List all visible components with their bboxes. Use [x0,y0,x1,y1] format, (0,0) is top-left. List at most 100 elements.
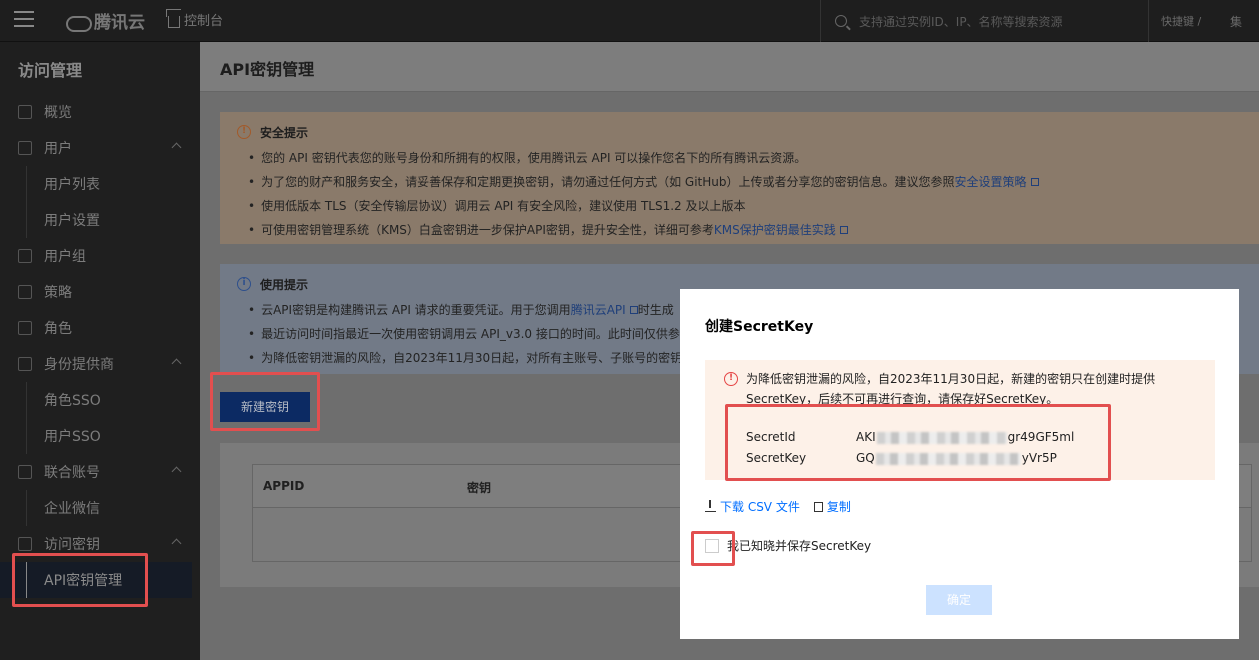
sidebar-nav: 概览 用户 用户列表 用户设置 用户组 策略 角色 身份提供商 角色SSO 用户… [0,94,200,598]
external-link-icon [1030,178,1039,186]
download-icon [705,500,716,512]
column-header-appid: APPID [263,479,305,493]
sidebar-item-policies[interactable]: 策略 [0,274,200,310]
sidebar-item-label: 用户 [44,141,72,157]
create-key-button[interactable]: 新建密钥 [220,392,310,422]
page-title: API密钥管理 [220,60,315,79]
sidebar-item-label: 身份提供商 [44,357,114,373]
sidebar-item-label: 用户设置 [44,213,100,229]
shortcut-hint[interactable]: 快捷键 / [1148,0,1201,42]
sidebar-item-users[interactable]: 用户 [0,130,200,166]
tencent-cloud-logo[interactable]: 腾讯云 [64,8,145,33]
secret-key-prefix[interactable]: GQ [856,451,875,465]
warning-icon: ! [724,372,738,386]
dialog-actions: 下载 CSV 文件 复制 [705,498,851,515]
secret-id-label: SecretId [746,430,796,444]
sidebar-item-federated-accounts[interactable]: 联合账号 [0,454,200,490]
sidebar-item-label: 角色SSO [44,393,101,409]
chevron-up-icon [171,466,182,477]
download-csv-button[interactable]: 下载 CSV 文件 [705,498,800,515]
sidebar-item-access-keys[interactable]: 访问密钥 [0,526,200,562]
secret-id-prefix[interactable]: AKI [856,430,876,444]
sidebar-item-label: 用户组 [44,249,86,265]
sidebar-item-label: 策略 [44,285,72,301]
chevron-up-icon [171,538,182,549]
sidebar-item-label: 企业微信 [44,501,100,517]
acknowledge-checkbox[interactable] [705,538,719,553]
copy-button[interactable]: 复制 [813,498,851,515]
user-icon [18,141,32,155]
usage-notice-heading: 使用提示 [260,278,309,292]
acknowledge-row: 我已知晓并保存SecretKey [705,537,871,554]
hamburger-menu-icon[interactable] [14,11,34,27]
sidebar-item-label: 访问密钥 [44,537,100,553]
sidebar-item-user-groups[interactable]: 用户组 [0,238,200,274]
external-link-icon [629,306,638,314]
tencent-cloud-api-link[interactable]: 腾讯云API [571,303,626,317]
warning-icon: ! [237,125,251,139]
list-item: 为了您的财产和服务安全，请妥善保存和定期更换密钥，请勿通过任何方式（如 GitH… [248,170,1039,194]
cloud-logo-icon [64,12,92,32]
chevron-up-icon [171,142,182,153]
sidebar: 访问管理 概览 用户 用户列表 用户设置 用户组 策略 角色 身份提供商 角色S… [0,42,200,660]
security-settings-link[interactable]: 安全设置策略 [954,175,1026,189]
security-notice: ! 安全提示 您的 API 密钥代表您的账号身份和所拥有的权限，使用腾讯云 AP… [220,112,1259,244]
global-search-input[interactable]: 支持通过实例ID、IP、名称等搜索资源 [820,0,1140,42]
console-label: 控制台 [184,14,224,29]
sidebar-item-label: 用户列表 [44,177,100,193]
policy-icon [18,285,32,299]
dialog-warning-text: 为降低密钥泄漏的风险，自2023年11月30日起，新建的密钥只在创建时提供Sec… [746,372,1156,406]
download-csv-label: 下载 CSV 文件 [720,500,800,514]
sidebar-item-wecom[interactable]: 企业微信 [0,490,200,526]
list-item: 最近访问时间指最近一次使用密钥调用云 API_v3.0 接口的时间。此时间仅供参 [248,322,682,346]
users-icon [18,249,32,263]
column-header-key: 密钥 [467,481,492,495]
logo-text: 腾讯云 [94,13,145,33]
sidebar-item-overview[interactable]: 概览 [0,94,200,130]
sidebar-item-api-key-management[interactable]: API密钥管理 [0,562,192,598]
console-link[interactable]: 控制台 [168,10,223,29]
sidebar-item-user-list[interactable]: 用户列表 [0,166,200,202]
sidebar-item-role-sso[interactable]: 角色SSO [0,382,200,418]
federation-icon [18,465,32,479]
info-icon: i [237,277,251,291]
secret-id-row: SecretId AKI gr49GF5ml [746,430,1074,444]
redacted-value [876,431,1007,444]
sidebar-item-label: 用户SSO [44,429,101,445]
acknowledge-label[interactable]: 我已知晓并保存SecretKey [727,537,871,554]
secret-id-suffix[interactable]: gr49GF5ml [1008,430,1075,444]
search-placeholder: 支持通过实例ID、IP、名称等搜索资源 [859,14,1063,29]
top-navbar: 腾讯云 控制台 支持通过实例ID、IP、名称等搜索资源 快捷键 / 集 [0,0,1259,42]
dialog-title: 创建SecretKey [705,319,814,335]
sidebar-item-user-settings[interactable]: 用户设置 [0,202,200,238]
list-item: 使用低版本 TLS（安全传输层协议）调用云 API 有安全风险，建议使用 TLS… [248,194,1039,218]
idp-icon [18,357,32,371]
kms-best-practice-link[interactable]: KMS保护密钥最佳实践 [714,223,836,237]
search-icon [835,15,847,27]
list-item: 云API密钥是构建腾讯云 API 请求的重要凭证。用于您调用腾讯云API时生成 [248,298,682,322]
copy-icon [813,501,823,512]
page-header: API密钥管理 [200,42,1259,92]
sidebar-item-user-sso[interactable]: 用户SSO [0,418,200,454]
topbar-end-label[interactable]: 集 [1230,0,1242,42]
key-icon [18,537,32,551]
sidebar-item-identity-providers[interactable]: 身份提供商 [0,346,200,382]
sidebar-item-label: 角色 [44,321,72,337]
sidebar-item-roles[interactable]: 角色 [0,310,200,346]
external-link-icon [839,226,848,234]
role-icon [18,321,32,335]
security-notice-list: 您的 API 密钥代表您的账号身份和所拥有的权限，使用腾讯云 API 可以操作您… [248,146,1039,242]
secret-key-row: SecretKey GQ yVr5P [746,451,1057,465]
list-item: 为降低密钥泄漏的风险，自2023年11月30日起，对所有主账号、子账号的密钥 [248,346,682,370]
home-icon [168,15,180,28]
redacted-value [875,452,1021,465]
security-notice-heading: 安全提示 [260,126,309,140]
sidebar-item-label: 概览 [44,105,72,121]
create-secretkey-dialog: 创建SecretKey ! 为降低密钥泄漏的风险，自2023年11月30日起，新… [680,289,1239,639]
chevron-up-icon [171,358,182,369]
sidebar-title: 访问管理 [18,61,83,80]
copy-label: 复制 [826,500,851,514]
confirm-button[interactable]: 确定 [926,585,992,615]
usage-notice-list: 云API密钥是构建腾讯云 API 请求的重要凭证。用于您调用腾讯云API时生成 … [248,298,682,370]
secret-key-suffix[interactable]: yVr5P [1022,451,1057,465]
